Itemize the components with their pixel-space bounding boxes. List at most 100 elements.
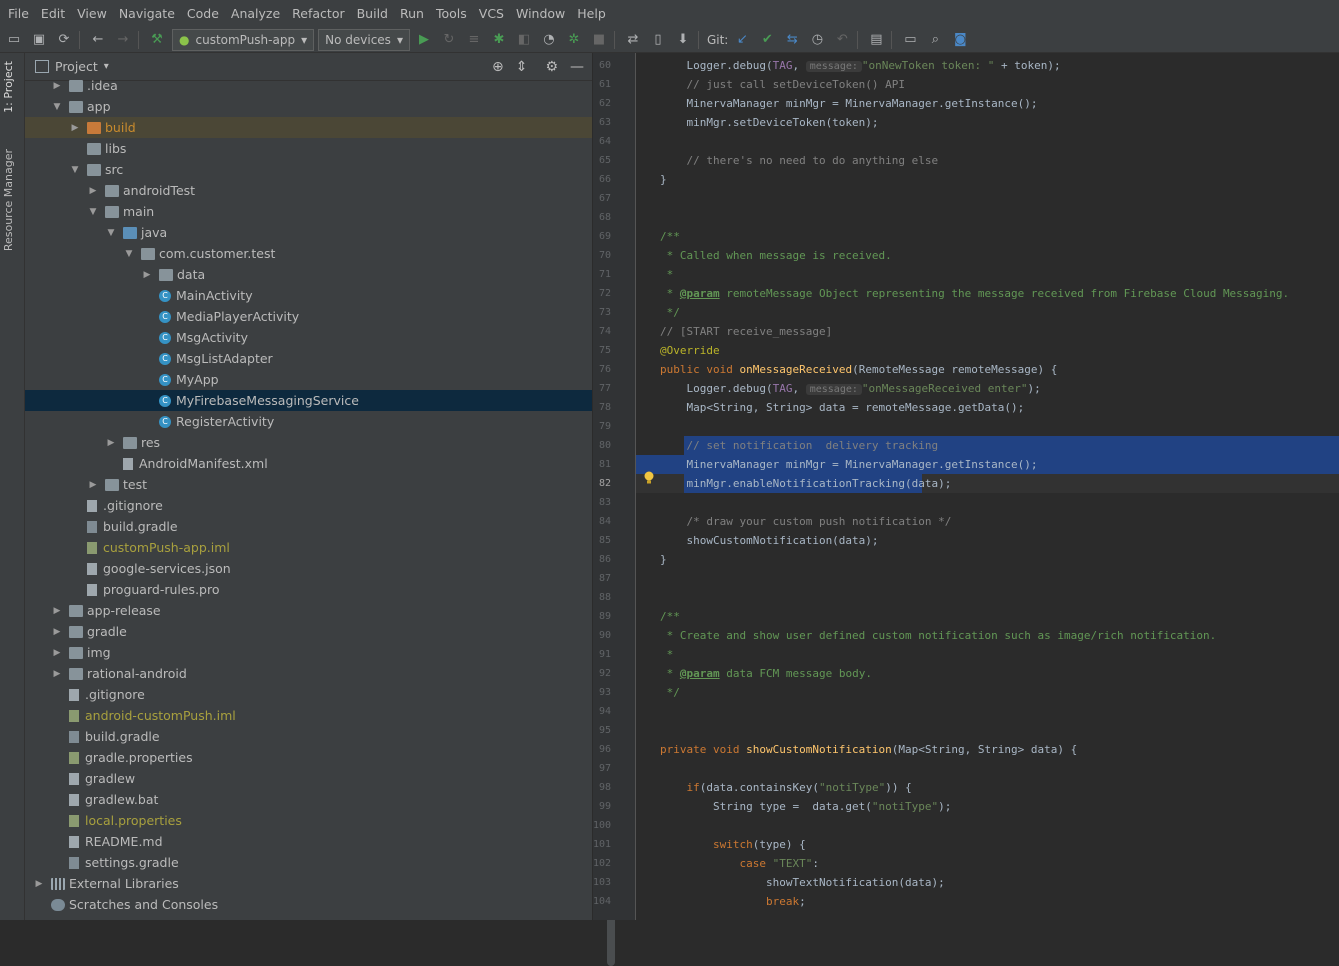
open-folder-icon[interactable]: ▭ [3, 29, 25, 51]
sdk-manager-icon[interactable]: ⬇ [672, 29, 694, 51]
tree-item[interactable]: ▶ rational-android [25, 663, 592, 684]
menu-analyze[interactable]: Analyze [227, 6, 284, 21]
collapsed-arrow-icon[interactable]: ▶ [51, 606, 63, 616]
forward-icon[interactable]: → [112, 29, 134, 51]
collapsed-arrow-icon[interactable]: ▶ [87, 480, 99, 490]
git-history-icon[interactable]: ◷ [806, 29, 828, 51]
back-icon[interactable]: ← [87, 29, 109, 51]
tree-item[interactable]: android-customPush.iml [25, 705, 592, 726]
collapsed-arrow-icon[interactable]: ▶ [87, 186, 99, 196]
stop-icon[interactable]: ■ [588, 29, 610, 51]
tree-item[interactable]: ▼ java [25, 222, 592, 243]
tree-item[interactable]: ▶ test [25, 474, 592, 495]
gear-icon[interactable]: ⚙ [545, 59, 558, 75]
menu-build[interactable]: Build [353, 6, 392, 21]
tree-item[interactable]: customPush-app.iml [25, 537, 592, 558]
sync-icon[interactable]: ⟳ [53, 29, 75, 51]
tree-item[interactable]: build.gradle [25, 516, 592, 537]
tree-item[interactable]: C MsgListAdapter [25, 348, 592, 369]
collapsed-arrow-icon[interactable]: ▶ [69, 123, 81, 133]
tree-item[interactable]: build.gradle [25, 726, 592, 747]
coverage-icon[interactable]: ◧ [513, 29, 535, 51]
tree-item[interactable]: settings.gradle [25, 852, 592, 873]
tree-item[interactable]: ▶ app-release [25, 600, 592, 621]
search-icon[interactable]: ⌕ [924, 29, 946, 51]
collapsed-arrow-icon[interactable]: ▶ [51, 81, 63, 91]
user-icon[interactable]: ◙ [949, 29, 971, 51]
tree-item[interactable]: Scratches and Consoles [25, 894, 592, 915]
tree-item[interactable]: ▶ build [25, 117, 592, 138]
collapsed-arrow-icon[interactable]: ▶ [51, 648, 63, 658]
git-compare-icon[interactable]: ⇆ [781, 29, 803, 51]
tree-item[interactable]: ▶ .idea [25, 75, 592, 96]
tree-item[interactable]: proguard-rules.pro [25, 579, 592, 600]
attach-debugger-icon[interactable]: ✲ [563, 29, 585, 51]
expanded-arrow-icon[interactable]: ▼ [87, 207, 99, 217]
presentation-icon[interactable]: ▭ [899, 29, 921, 51]
expanded-arrow-icon[interactable]: ▼ [105, 228, 117, 238]
tree-item[interactable]: ▼ main [25, 201, 592, 222]
git-update-icon[interactable]: ↙ [731, 29, 753, 51]
git-rollback-icon[interactable]: ↶ [831, 29, 853, 51]
tree-item[interactable]: google-services.json [25, 558, 592, 579]
tree-item[interactable]: ▶ External Libraries [25, 873, 592, 894]
project-structure-icon[interactable]: ▤ [865, 29, 887, 51]
resource-manager-tab[interactable]: Resource Manager [2, 149, 15, 251]
menu-run[interactable]: Run [396, 6, 428, 21]
lightbulb-icon[interactable] [643, 471, 655, 485]
chevron-down-icon[interactable]: ▾ [104, 61, 109, 72]
expanded-arrow-icon[interactable]: ▼ [51, 102, 63, 112]
tree-item[interactable]: C MyFirebaseMessagingService [25, 390, 592, 411]
tree-item[interactable]: ▶ img [25, 642, 592, 663]
locate-icon[interactable]: ⊕ [492, 59, 504, 75]
collapsed-arrow-icon[interactable]: ▶ [33, 879, 45, 889]
tree-item[interactable]: ▶ res [25, 432, 592, 453]
tree-item[interactable]: ▶ androidTest [25, 180, 592, 201]
tree-item[interactable]: ▼ com.customer.test [25, 243, 592, 264]
save-icon[interactable]: ▣ [28, 29, 50, 51]
expanded-arrow-icon[interactable]: ▼ [123, 249, 135, 259]
tree-item[interactable]: README.md [25, 831, 592, 852]
project-tool-tab[interactable]: 1: Project [2, 61, 15, 113]
debug-icon[interactable]: ✱ [488, 29, 510, 51]
menu-tools[interactable]: Tools [432, 6, 471, 21]
tree-item[interactable]: local.properties [25, 810, 592, 831]
apply-changes-icon[interactable]: ≡ [463, 29, 485, 51]
menu-code[interactable]: Code [183, 6, 223, 21]
tree-item[interactable]: libs [25, 138, 592, 159]
collapse-all-icon[interactable]: ⇕ [516, 59, 528, 75]
rerun-icon[interactable]: ↻ [438, 29, 460, 51]
tree-item[interactable]: gradlew [25, 768, 592, 789]
tree-item[interactable]: C MsgActivity [25, 327, 592, 348]
tree-item[interactable]: C MyApp [25, 369, 592, 390]
expanded-arrow-icon[interactable]: ▼ [69, 165, 81, 175]
code-editor[interactable]: 60 61 62 63 64 65 66 67 68 69 70 71 72 73 74 75 76 77 78 79… [593, 53, 1339, 920]
gradle-sync-icon[interactable]: ⇄ [622, 29, 644, 51]
run-icon[interactable]: ▶ [413, 29, 435, 51]
tree-item[interactable]: ▼ app [25, 96, 592, 117]
tree-item[interactable]: AndroidManifest.xml [25, 453, 592, 474]
profile-icon[interactable]: ◔ [538, 29, 560, 51]
run-config-select[interactable]: ● customPush-app ▾ [172, 28, 315, 51]
menu-view[interactable]: View [73, 6, 111, 21]
tree-item[interactable]: gradlew.bat [25, 789, 592, 810]
menu-refactor[interactable]: Refactor [288, 6, 348, 21]
collapsed-arrow-icon[interactable]: ▶ [51, 627, 63, 637]
menu-edit[interactable]: Edit [37, 6, 69, 21]
collapsed-arrow-icon[interactable]: ▶ [141, 270, 153, 280]
tree-item[interactable]: C MainActivity [25, 285, 592, 306]
project-view-select[interactable]: Project [55, 59, 98, 74]
tree-item[interactable]: C RegisterActivity [25, 411, 592, 432]
menu-navigate[interactable]: Navigate [115, 6, 179, 21]
tree-item[interactable]: ▼ src [25, 159, 592, 180]
collapsed-arrow-icon[interactable]: ▶ [51, 669, 63, 679]
tree-item[interactable]: ▶ gradle [25, 621, 592, 642]
menu-help[interactable]: Help [573, 6, 610, 21]
avd-manager-icon[interactable]: ▯ [647, 29, 669, 51]
menu-file[interactable]: File [4, 6, 33, 21]
menu-window[interactable]: Window [512, 6, 569, 21]
tree-item[interactable]: C MediaPlayerActivity [25, 306, 592, 327]
tree-item[interactable]: .gitignore [25, 495, 592, 516]
menu-vcs[interactable]: VCS [475, 6, 508, 21]
minimize-icon[interactable]: — [570, 59, 584, 75]
